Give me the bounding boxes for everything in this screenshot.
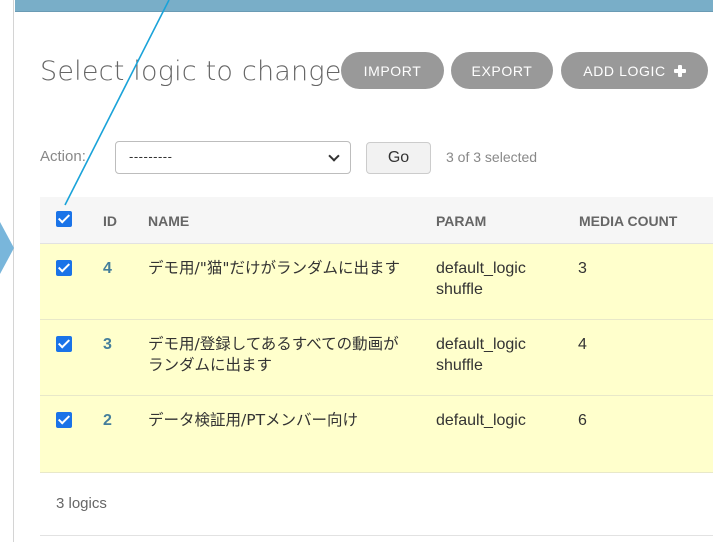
column-header-param[interactable]: PARAM: [436, 213, 486, 229]
paginator: 3 logics: [40, 473, 713, 536]
admin-change-list: Select logic to change IMPORT EXPORT ADD…: [0, 0, 713, 542]
page-title: Select logic to change: [40, 56, 342, 87]
row-id-link[interactable]: 4: [103, 258, 112, 279]
action-select-value: ---------: [129, 149, 173, 164]
row-name: データ検証用/PTメンバー向け: [148, 411, 359, 429]
row-name: デモ用/"猫"だけがランダムに出ます: [148, 259, 400, 277]
export-button[interactable]: EXPORT: [451, 52, 553, 89]
row-checkbox[interactable]: [56, 260, 72, 276]
chevron-right-icon: [0, 222, 14, 274]
row-name: デモ用/登録してあるすべての動画がランダムに出ます: [148, 335, 399, 374]
row-checkbox[interactable]: [56, 336, 72, 352]
import-button-label: IMPORT: [363, 62, 422, 79]
selection-count: 3 of 3 selected: [446, 149, 538, 165]
add-logic-button-label: ADD LOGIC: [583, 62, 666, 79]
export-button-label: EXPORT: [471, 62, 533, 79]
table-header: ID NAME PARAM MEDIA COUNT: [40, 197, 713, 244]
plus-icon: [673, 64, 686, 77]
header-bar: [15, 0, 713, 12]
row-param: default_logic shuffle: [436, 260, 526, 298]
paginator-text: 3 logics: [56, 495, 107, 512]
import-button[interactable]: IMPORT: [341, 52, 444, 89]
row-param: default_logic: [436, 412, 526, 429]
column-header-name[interactable]: NAME: [148, 213, 189, 229]
row-id-link[interactable]: 3: [103, 334, 112, 355]
select-all-checkbox[interactable]: [56, 211, 72, 227]
table-row: 4 デモ用/"猫"だけがランダムに出ます default_logic shuff…: [40, 244, 713, 320]
row-media-count: 6: [578, 412, 587, 429]
annotation-line: [64, 0, 170, 206]
go-button[interactable]: Go: [366, 142, 431, 174]
table-row: 2 データ検証用/PTメンバー向け default_logic 6: [40, 396, 713, 473]
column-header-id[interactable]: ID: [103, 213, 117, 229]
row-media-count: 4: [578, 336, 587, 353]
chevron-down-icon: [328, 150, 340, 162]
row-id-link[interactable]: 2: [103, 410, 112, 431]
row-media-count: 3: [578, 260, 587, 277]
action-select[interactable]: ---------: [115, 141, 351, 174]
row-param: default_logic shuffle: [436, 336, 526, 374]
action-label: Action:: [40, 148, 86, 165]
table-row: 3 デモ用/登録してあるすべての動画がランダムに出ます default_logi…: [40, 320, 713, 396]
column-header-media-count[interactable]: MEDIA COUNT: [579, 213, 677, 229]
add-logic-button[interactable]: ADD LOGIC: [561, 52, 708, 89]
row-checkbox[interactable]: [56, 412, 72, 428]
